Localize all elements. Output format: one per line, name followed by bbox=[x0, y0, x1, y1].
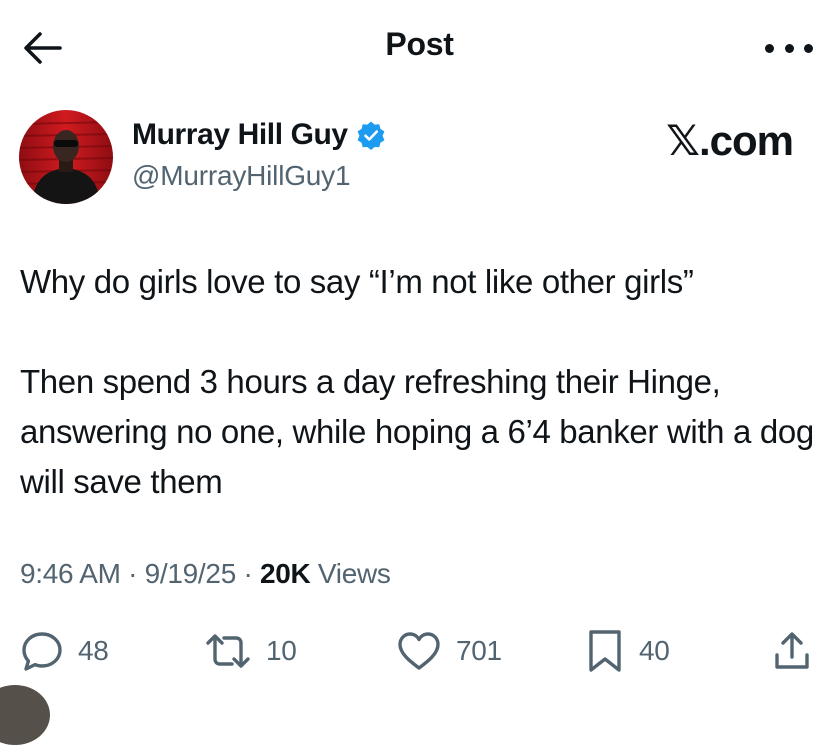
reply-button[interactable]: 48 bbox=[20, 626, 109, 676]
tweet-metadata: 9:46 AM · 9/19/25 · 20K Views bbox=[20, 558, 391, 590]
views-label: Views bbox=[317, 558, 391, 589]
share-icon bbox=[775, 632, 809, 669]
post-time[interactable]: 9:46 AM bbox=[20, 558, 121, 589]
more-horizontal-icon bbox=[765, 43, 774, 53]
repost-icon bbox=[206, 634, 250, 668]
bookmark-button[interactable]: 40 bbox=[585, 626, 670, 676]
top-navigation-bar: Post bbox=[0, 0, 839, 95]
bookmark-icon bbox=[589, 630, 621, 672]
avatar-image bbox=[19, 110, 113, 204]
page-title: Post bbox=[385, 26, 454, 62]
action-bar: 48 10 701 40 bbox=[0, 626, 839, 676]
like-button[interactable]: 701 bbox=[396, 626, 502, 676]
share-button[interactable] bbox=[772, 626, 812, 676]
tweet-paragraph: Why do girls love to say “I’m not like o… bbox=[20, 263, 694, 300]
heart-icon bbox=[398, 632, 440, 670]
tweet-text: Why do girls love to say “I’m not like o… bbox=[20, 257, 830, 507]
x-com-watermark: 𝕏.com bbox=[666, 117, 794, 164]
like-count: 701 bbox=[456, 635, 502, 666]
meta-separator: · bbox=[243, 558, 253, 589]
reply-icon bbox=[22, 632, 62, 671]
bookmark-count: 40 bbox=[639, 635, 670, 666]
corner-shadow bbox=[0, 685, 50, 745]
verified-badge-icon bbox=[357, 121, 385, 150]
repost-button[interactable]: 10 bbox=[204, 626, 297, 676]
author-name-row[interactable]: Murray Hill Guy bbox=[132, 118, 386, 152]
author-handle[interactable]: @MurrayHillGuy1 bbox=[132, 160, 351, 192]
more-options-button[interactable] bbox=[765, 38, 813, 58]
author-avatar[interactable] bbox=[19, 110, 113, 204]
reply-count: 48 bbox=[78, 635, 109, 666]
post-date[interactable]: 9/19/25 bbox=[145, 558, 237, 589]
meta-separator: · bbox=[128, 558, 138, 589]
tweet-paragraph: Then spend 3 hours a day refreshing thei… bbox=[20, 363, 814, 500]
author-name[interactable]: Murray Hill Guy bbox=[132, 118, 348, 152]
views-count: 20K bbox=[259, 558, 311, 589]
repost-count: 10 bbox=[266, 635, 297, 666]
